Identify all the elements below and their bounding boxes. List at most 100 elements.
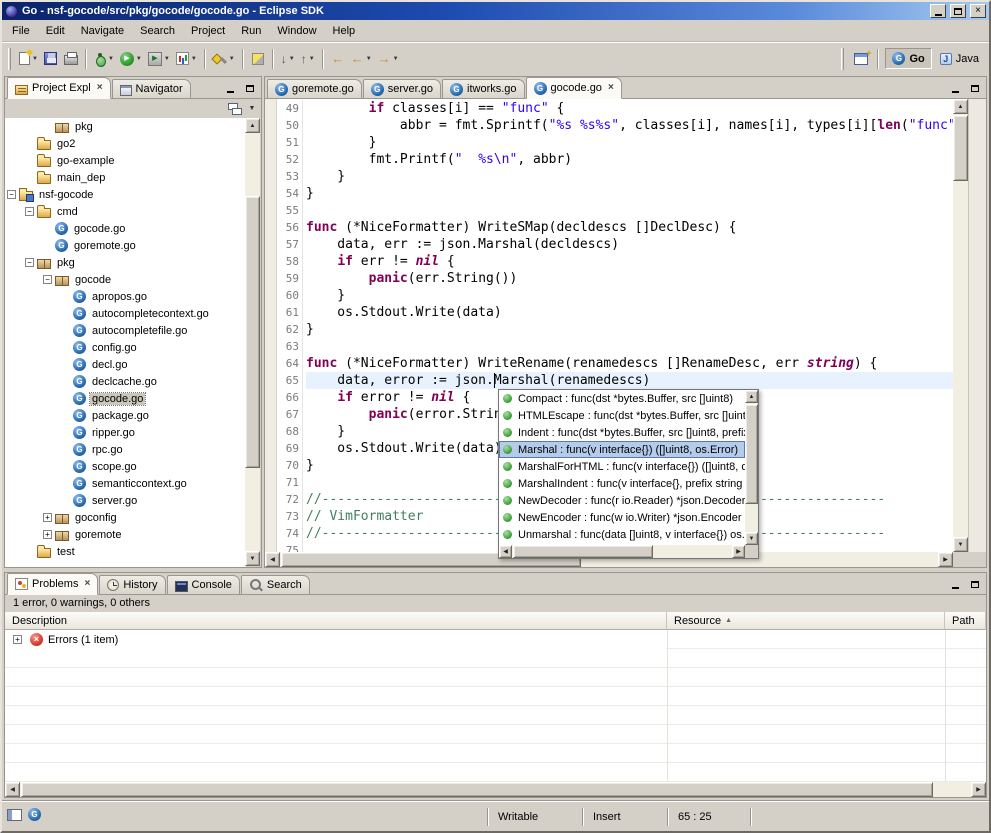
- expander-icon[interactable]: +: [43, 513, 52, 522]
- editor-tab-goremote-go[interactable]: Ggoremote.go: [267, 79, 362, 99]
- forward-button[interactable]: →▼: [375, 48, 402, 70]
- scroll-left-button[interactable]: ◀: [499, 545, 512, 558]
- expander-icon[interactable]: −: [7, 190, 16, 199]
- tree-item-apropos-go[interactable]: Gapropos.go: [5, 288, 246, 305]
- external-tools-button[interactable]: ▶▼: [145, 48, 173, 70]
- title-bar[interactable]: Go - nsf-gocode/src/pkg/gocode/gocode.go…: [2, 2, 989, 20]
- tree-item-main-dep[interactable]: main_dep: [5, 169, 246, 186]
- tree-item-go-example[interactable]: go-example: [5, 152, 246, 169]
- debug-button[interactable]: ▼: [91, 48, 117, 70]
- table-row-errors[interactable]: + × Errors (1 item): [5, 630, 666, 649]
- tree-item-autocompletecontext-go[interactable]: Gautocompletecontext.go: [5, 305, 246, 322]
- tree-item-config-go[interactable]: Gconfig.go: [5, 339, 246, 356]
- maximize-button[interactable]: [950, 4, 966, 18]
- tree-item-goremote-go[interactable]: Ggoremote.go: [5, 237, 246, 254]
- minimize-view-button[interactable]: [947, 577, 963, 591]
- dropdown-icon[interactable]: ▼: [229, 56, 235, 62]
- scroll-right-button[interactable]: ▶: [971, 782, 986, 797]
- dropdown-icon[interactable]: ▼: [191, 56, 197, 62]
- scroll-thumb[interactable]: [745, 404, 758, 504]
- open-search-button[interactable]: ▼: [210, 48, 238, 70]
- tree-item-autocompletefile-go[interactable]: Gautocompletefile.go: [5, 322, 246, 339]
- menu-search[interactable]: Search: [132, 21, 183, 41]
- scroll-up-button[interactable]: ▲: [745, 390, 758, 403]
- tree-item-server-go[interactable]: Gserver.go: [5, 492, 246, 509]
- minimize-view-button[interactable]: [222, 81, 238, 95]
- save-button[interactable]: [41, 48, 61, 70]
- print-button[interactable]: [61, 48, 81, 70]
- scroll-right-button[interactable]: ▶: [732, 545, 745, 558]
- menu-run[interactable]: Run: [233, 21, 269, 41]
- tree-item-scope-go[interactable]: Gscope.go: [5, 458, 246, 475]
- expander-icon[interactable]: +: [13, 635, 22, 644]
- completion-item[interactable]: NewEncoder : func(w io.Writer) *json.Enc…: [499, 509, 745, 526]
- tree-item-rpc-go[interactable]: Grpc.go: [5, 441, 246, 458]
- scroll-thumb[interactable]: [513, 545, 653, 558]
- tree-item-go2[interactable]: go2: [5, 135, 246, 152]
- open-perspective-button[interactable]: [851, 48, 871, 70]
- tree-item-goconfig[interactable]: +goconfig: [5, 509, 246, 526]
- dropdown-icon[interactable]: ▼: [366, 56, 372, 62]
- completion-item[interactable]: Unmarshal : func(data []uint8, v interfa…: [499, 526, 745, 543]
- expander-icon[interactable]: +: [43, 530, 52, 539]
- last-edit-location-button[interactable]: ←: [328, 48, 348, 70]
- close-icon[interactable]: ×: [84, 579, 90, 589]
- scroll-thumb[interactable]: [953, 115, 968, 181]
- expander-icon[interactable]: −: [25, 207, 34, 216]
- editor-tab-itworks-go[interactable]: Gitworks.go: [442, 79, 525, 99]
- tree-item-package-go[interactable]: Gpackage.go: [5, 407, 246, 424]
- completion-item[interactable]: HTMLEscape : func(dst *bytes.Buffer, src…: [499, 407, 745, 424]
- problems-hscrollbar[interactable]: ◀ ▶: [5, 782, 986, 797]
- close-icon[interactable]: ×: [608, 83, 614, 93]
- tree-item-nsf-gocode[interactable]: −nsf-gocode: [5, 186, 246, 203]
- annotation-ruler[interactable]: [265, 99, 277, 552]
- popup-vscrollbar[interactable]: ▲ ▼: [745, 390, 758, 545]
- menu-project[interactable]: Project: [183, 21, 233, 41]
- scroll-up-button[interactable]: ▲: [245, 118, 260, 133]
- maximize-view-button[interactable]: [967, 577, 983, 591]
- dropdown-icon[interactable]: ▼: [108, 56, 114, 62]
- expander-icon[interactable]: −: [43, 275, 52, 284]
- tree-item-ripper-go[interactable]: Gripper.go: [5, 424, 246, 441]
- tree-item-pkg[interactable]: pkg: [5, 118, 246, 135]
- view-tab-navigator[interactable]: Navigator: [112, 79, 191, 99]
- tree-item-pkg[interactable]: −pkg: [5, 254, 246, 271]
- view-tab-problems[interactable]: Problems×: [7, 573, 98, 595]
- tree-item-gocode-go[interactable]: Ggocode.go: [5, 390, 246, 407]
- view-tab-console[interactable]: Console: [167, 575, 240, 595]
- perspective-go-button[interactable]: GGo: [885, 48, 931, 69]
- column-header-resource[interactable]: Resource▲: [667, 612, 945, 630]
- tree-item-cmd[interactable]: −cmd: [5, 203, 246, 220]
- menu-help[interactable]: Help: [325, 21, 364, 41]
- perspective-java-button[interactable]: JJava: [934, 50, 985, 68]
- completion-item[interactable]: NewDecoder : func(r io.Reader) *json.Dec…: [499, 492, 745, 509]
- dropdown-icon[interactable]: ▼: [309, 56, 315, 62]
- scroll-thumb[interactable]: [21, 782, 933, 797]
- dropdown-icon[interactable]: ▼: [32, 56, 38, 62]
- menu-file[interactable]: File: [4, 21, 38, 41]
- scroll-up-button[interactable]: ▲: [953, 99, 968, 114]
- editor-tab-gocode-go[interactable]: Ggocode.go×: [526, 77, 622, 99]
- tree-item-goremote[interactable]: +goremote: [5, 526, 246, 543]
- completion-item[interactable]: Compact : func(dst *bytes.Buffer, src []…: [499, 390, 745, 407]
- previous-annotation-button[interactable]: ↑▼: [298, 48, 318, 70]
- profile-button[interactable]: ▼: [173, 48, 200, 70]
- overview-ruler[interactable]: [968, 99, 986, 552]
- menu-navigate[interactable]: Navigate: [73, 21, 132, 41]
- go-status-icon[interactable]: G: [28, 808, 41, 821]
- close-icon[interactable]: ×: [97, 83, 103, 93]
- completion-item[interactable]: Marshal : func(v interface{}) ([]uint8, …: [499, 441, 745, 458]
- view-menu-icon[interactable]: ▼: [246, 105, 258, 112]
- dropdown-icon[interactable]: ▼: [164, 56, 170, 62]
- scroll-left-button[interactable]: ◀: [265, 552, 280, 567]
- minimize-view-button[interactable]: [947, 81, 963, 95]
- expander-icon[interactable]: −: [25, 258, 34, 267]
- perspective-bar-handle[interactable]: [841, 48, 844, 70]
- completion-item[interactable]: MarshalForHTML : func(v interface{}) ([]…: [499, 458, 745, 475]
- tree-item-decl-go[interactable]: Gdecl.go: [5, 356, 246, 373]
- view-tab-project-expl[interactable]: Project Expl×: [7, 77, 111, 99]
- completion-item[interactable]: MarshalIndent : func(v interface{}, pref…: [499, 475, 745, 492]
- scroll-down-button[interactable]: ▼: [745, 532, 758, 545]
- tree-item-test[interactable]: test: [5, 543, 246, 560]
- fast-view-dock-icon[interactable]: [7, 809, 22, 821]
